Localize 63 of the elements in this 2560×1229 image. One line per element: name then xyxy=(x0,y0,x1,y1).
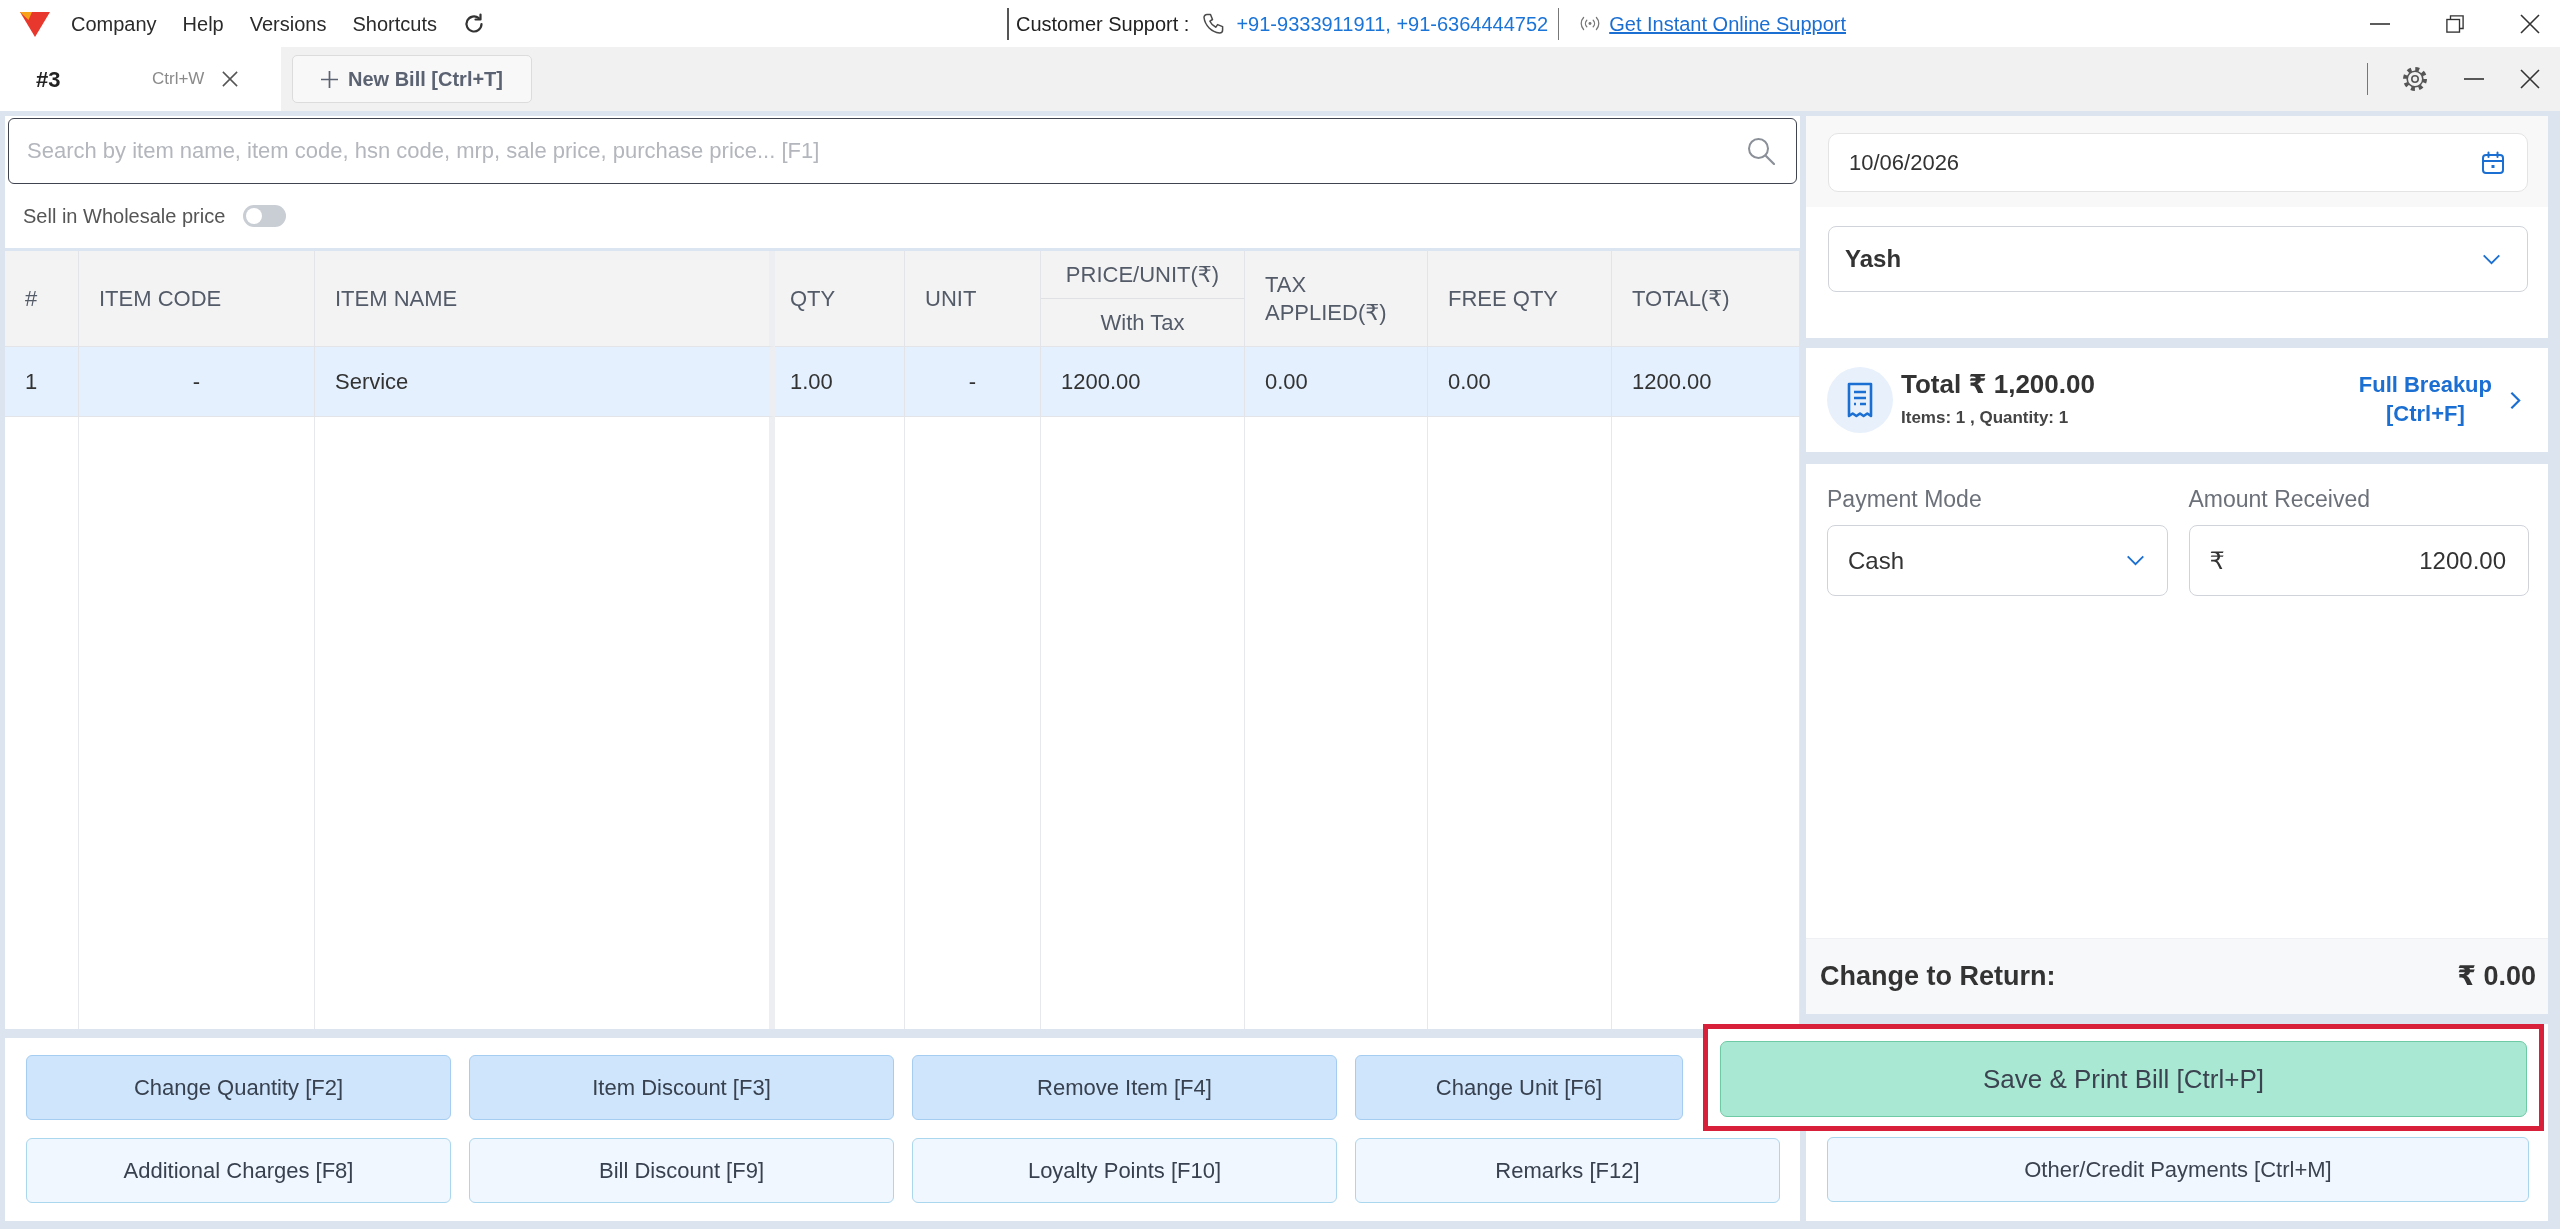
chevron-right-icon[interactable] xyxy=(2510,390,2521,410)
action-button[interactable]: Loyalty Points [F10] xyxy=(912,1138,1337,1203)
column-header: UNIT xyxy=(905,251,1041,347)
column-header: TOTAL(₹) xyxy=(1612,251,1800,347)
search-icon xyxy=(1747,137,1775,165)
calendar-icon[interactable] xyxy=(2481,150,2505,175)
amount-field[interactable]: ₹ 1200.00 xyxy=(2188,525,2529,596)
column-header: PRICE/UNIT(₹) xyxy=(1041,251,1245,299)
minimize-icon[interactable] xyxy=(2370,22,2390,25)
date-field[interactable]: 10/06/2026 xyxy=(1828,133,2528,192)
action-button[interactable]: Bill Discount [F9] xyxy=(469,1138,894,1203)
action-button[interactable]: Change Quantity [F2] xyxy=(26,1055,451,1120)
chevron-down-icon xyxy=(2125,555,2145,566)
column-header: FREE QTY xyxy=(1428,251,1612,347)
close-icon[interactable] xyxy=(2520,69,2540,89)
refresh-icon[interactable] xyxy=(462,12,485,35)
chevron-down-icon xyxy=(2482,253,2501,265)
column-subheader: With Tax xyxy=(1041,299,1245,347)
receipt-icon xyxy=(1827,367,1893,433)
action-button[interactable]: Additional Charges [F8] xyxy=(26,1138,451,1203)
column-header: TAX APPLIED(₹) xyxy=(1245,251,1428,347)
change-label: Change to Return: xyxy=(1820,960,2056,994)
field-label: Payment Mode xyxy=(1827,485,1983,514)
logo-icon xyxy=(20,10,50,37)
support-label: Customer Support : xyxy=(1016,11,1190,37)
menu-item[interactable]: Help xyxy=(182,8,224,39)
column-header: # xyxy=(5,251,79,347)
phone-numbers: +91-9333911911, +91-6364444752 xyxy=(1236,11,1549,37)
new-bill-button[interactable]: New Bill [Ctrl+T] xyxy=(292,55,532,103)
other-payments-button[interactable]: Other/Credit Payments [Ctrl+M] xyxy=(1827,1137,2529,1202)
support-link[interactable]: Get Instant Online Support xyxy=(1609,8,1846,39)
column-header: ITEM NAME xyxy=(315,251,775,347)
settings-icon[interactable] xyxy=(2402,66,2428,92)
save-print-button[interactable]: Save & Print Bill [Ctrl+P] xyxy=(1720,1041,2527,1117)
action-button[interactable]: Remove Item [F4] xyxy=(912,1055,1337,1120)
tab[interactable]: #3 Ctrl+W xyxy=(0,47,281,111)
customer-select[interactable]: Yash xyxy=(1828,226,2528,292)
phone-icon xyxy=(1201,11,1226,36)
minimize-icon[interactable] xyxy=(2462,78,2486,80)
change-amount: ₹ 0.00 xyxy=(2457,960,2536,994)
close-icon[interactable] xyxy=(2520,13,2540,34)
total-amount: Total ₹ 1,200.00 xyxy=(1901,369,2095,401)
search-field[interactable]: Search by item name, item code, hsn code, mrp, sale price, purchase price... [F1] xyxy=(8,118,1797,184)
restore-icon[interactable] xyxy=(2446,14,2464,33)
menu-item[interactable]: Shortcuts xyxy=(352,8,437,39)
signal-icon xyxy=(1579,16,1602,31)
action-button[interactable]: Change Unit [F6] xyxy=(1355,1055,1683,1120)
menu-item[interactable]: Company xyxy=(71,8,157,39)
table-row[interactable]: 1 - Service 1.00 - 1200.00 0.00 0.00 1200.00 xyxy=(5,347,1800,417)
action-button[interactable]: Remarks [F12] xyxy=(1355,1138,1780,1203)
full-breakup-link[interactable]: Full Breakup [Ctrl+F] xyxy=(2358,371,2492,429)
menu-item[interactable]: Versions xyxy=(249,8,327,39)
items-summary: Items: 1 , Quantity: 1 xyxy=(1901,407,2070,430)
plus-icon xyxy=(321,70,338,88)
shortcut-hint: Ctrl+W xyxy=(152,68,206,91)
action-button[interactable]: Item Discount [F3] xyxy=(469,1055,894,1120)
payment-mode-select[interactable]: Cash xyxy=(1827,525,2168,596)
column-header: QTY xyxy=(775,251,905,347)
toggle-label: Sell in Wholesale price xyxy=(23,204,226,229)
column-header: ITEM CODE xyxy=(79,251,315,347)
field-label: Amount Received xyxy=(2188,485,2372,514)
close-icon[interactable] xyxy=(222,71,238,87)
toggle-switch[interactable] xyxy=(243,205,287,227)
